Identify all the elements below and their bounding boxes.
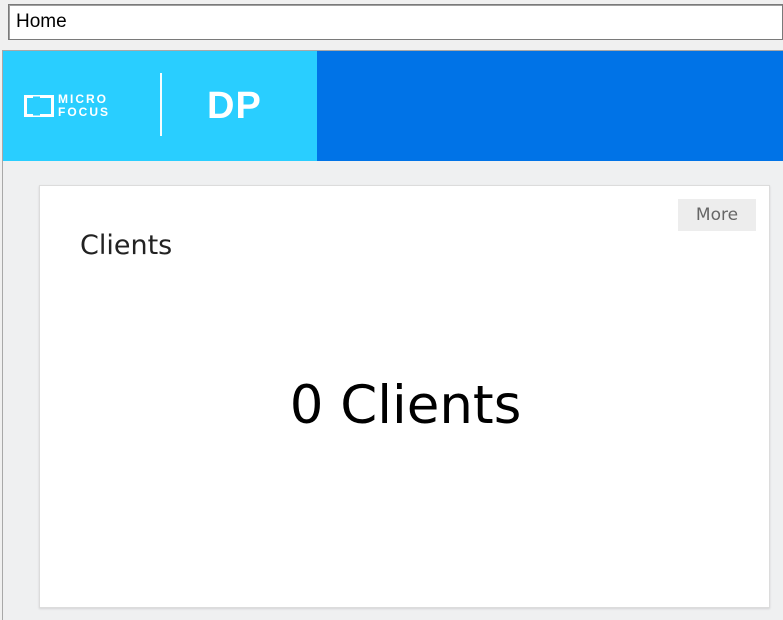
clients-card: More Clients 0 Clients (39, 185, 770, 608)
app-container: MICRO FOCUS DP More Clients 0 Clients (2, 50, 783, 620)
brand-block: MICRO FOCUS DP (3, 51, 317, 161)
address-bar[interactable]: Home (8, 4, 783, 40)
micro-focus-logo: MICRO FOCUS (24, 93, 138, 119)
logo-text: MICRO FOCUS (58, 93, 138, 119)
logo-text-line-2: FOCUS (58, 105, 110, 119)
product-name: DP (207, 85, 262, 127)
address-bar-value: Home (16, 11, 67, 32)
brand-divider (160, 73, 162, 136)
card-title: Clients (80, 230, 173, 261)
more-button[interactable]: More (678, 199, 756, 231)
micro-focus-logo-icon (24, 95, 54, 117)
app-header: MICRO FOCUS DP (3, 51, 783, 161)
client-count: 0 Clients (289, 375, 522, 436)
window-frame: Home MICRO FOCUS DP More Clients 0 Clien… (0, 0, 783, 620)
